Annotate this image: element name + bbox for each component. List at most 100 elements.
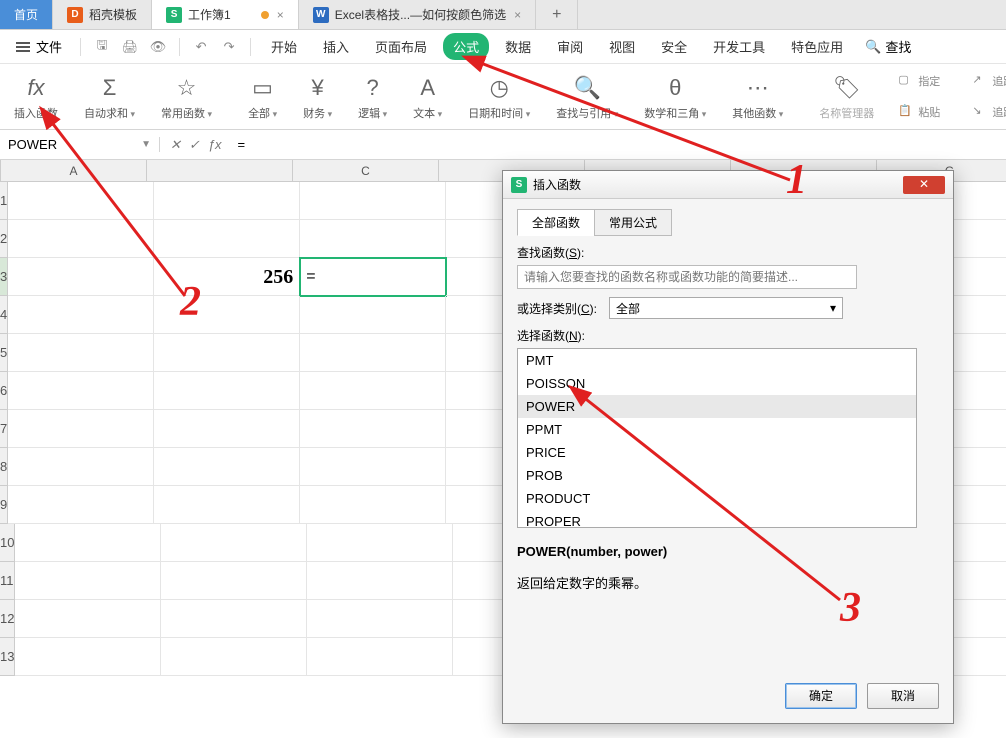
tab-close-icon[interactable]: × [277,8,284,22]
row-header[interactable]: 12 [0,600,15,638]
ribbon-name-manager[interactable]: 🏷 名称管理器 [811,68,882,125]
search-button[interactable]: 🔍 查找 [865,37,911,56]
redo-icon[interactable]: ↷ [218,36,240,58]
row-header[interactable]: 10 [0,524,15,562]
formula-input[interactable]: = [232,137,1006,152]
fx-icon[interactable]: ƒx [208,137,222,152]
tab-close-icon[interactable]: × [514,8,521,22]
tab-docer[interactable]: D 稻壳模板 [53,0,152,29]
cell[interactable] [300,486,446,524]
cell[interactable] [154,334,300,372]
function-list-item[interactable]: PMT [518,349,916,372]
cancel-button[interactable]: 取消 [867,683,939,709]
ribbon-autosum[interactable]: Σ 自动求和 [76,68,143,125]
row-header[interactable]: 1 [0,182,8,220]
row-header[interactable]: 9 [0,486,8,524]
function-list[interactable]: PMTPOISSONPOWERPPMTPRICEPROBPRODUCTPROPE… [517,348,917,528]
function-list-item[interactable]: PRODUCT [518,487,916,510]
function-list-item[interactable]: PROB [518,464,916,487]
row-header[interactable]: 7 [0,410,8,448]
menu-special[interactable]: 特色应用 [781,33,853,60]
menu-data[interactable]: 数据 [495,33,541,60]
row-header[interactable]: 4 [0,296,8,334]
cell[interactable] [300,410,446,448]
ribbon-logic[interactable]: ? 逻辑 [350,68,395,125]
cell[interactable] [161,600,307,638]
col-header[interactable]: C [293,160,439,181]
cell[interactable] [161,638,307,676]
cell[interactable] [154,296,300,334]
cell[interactable] [300,448,446,486]
cell[interactable] [8,220,154,258]
cell[interactable]: 256 [154,258,300,296]
menu-page-layout[interactable]: 页面布局 [365,33,437,60]
ribbon-lookup[interactable]: 🔍 查找与引用 [548,68,626,125]
cell[interactable] [154,220,300,258]
cell[interactable] [8,296,154,334]
menu-insert[interactable]: 插入 [313,33,359,60]
menu-review[interactable]: 审阅 [547,33,593,60]
cell[interactable] [161,562,307,600]
cell[interactable] [307,638,453,676]
row-header[interactable]: 6 [0,372,8,410]
category-select[interactable]: 全部 ▾ [609,297,843,319]
menu-safety[interactable]: 安全 [651,33,697,60]
ribbon-trace-precedents[interactable]: ↗追踪引用单元格 [972,68,1006,94]
cell[interactable] [307,562,453,600]
menu-start[interactable]: 开始 [261,33,307,60]
cell[interactable] [161,524,307,562]
cell[interactable] [300,220,446,258]
cell[interactable] [8,334,154,372]
row-header[interactable]: 5 [0,334,8,372]
function-list-item[interactable]: PPMT [518,418,916,441]
cell[interactable] [8,258,154,296]
function-list-item[interactable]: POISSON [518,372,916,395]
save-icon[interactable]: 🖫 [91,36,113,58]
cell[interactable] [154,372,300,410]
ribbon-trace-dependents[interactable]: ↘追踪从属单元格 [972,100,1006,126]
ribbon-mathtrig[interactable]: θ 数学和三角 [636,68,714,125]
undo-icon[interactable]: ↶ [190,36,212,58]
row-header[interactable]: 11 [0,562,15,600]
function-list-item[interactable]: PRICE [518,441,916,464]
cell[interactable] [15,638,161,676]
cell[interactable] [8,182,154,220]
col-header[interactable] [147,160,293,181]
function-list-item[interactable]: PROPER [518,510,916,528]
cell[interactable] [8,410,154,448]
tab-add[interactable]: + [536,0,578,29]
ribbon-common-fn[interactable]: ☆ 常用函数 [153,68,220,125]
ribbon-define-name[interactable]: ▢指定 [898,68,940,94]
cell[interactable]: = [300,258,446,296]
cell[interactable] [8,486,154,524]
ribbon-datetime[interactable]: ◷ 日期和时间 [460,68,538,125]
cell[interactable] [15,524,161,562]
row-header[interactable]: 8 [0,448,8,486]
ok-button[interactable]: 确定 [785,683,857,709]
print-icon[interactable]: 🖨 [119,36,141,58]
ribbon-paste-name[interactable]: 📋粘贴 [898,100,940,126]
tab-workbook[interactable]: S 工作簿1 × [152,0,299,29]
file-menu[interactable]: 文件 [8,37,70,56]
menu-formula[interactable]: 公式 [443,33,489,60]
cancel-formula-icon[interactable]: ✕ [170,137,181,153]
menu-dev-tools[interactable]: 开发工具 [703,33,775,60]
cell[interactable] [307,524,453,562]
cell[interactable] [154,486,300,524]
cell[interactable] [300,334,446,372]
function-list-item[interactable]: POWER [518,395,916,418]
preview-icon[interactable]: 👁 [147,36,169,58]
cell[interactable] [154,182,300,220]
cell[interactable] [15,600,161,638]
cell[interactable] [15,562,161,600]
row-header[interactable]: 2 [0,220,8,258]
ribbon-finance[interactable]: ¥ 财务 [295,68,340,125]
cell[interactable] [154,410,300,448]
row-header[interactable]: 13 [0,638,15,676]
ribbon-text[interactable]: A 文本 [405,68,450,125]
cell[interactable] [154,448,300,486]
col-header[interactable]: A [1,160,147,181]
tab-home[interactable]: 首页 [0,0,53,29]
cell[interactable] [307,600,453,638]
dialog-close-button[interactable]: ✕ [903,176,945,194]
